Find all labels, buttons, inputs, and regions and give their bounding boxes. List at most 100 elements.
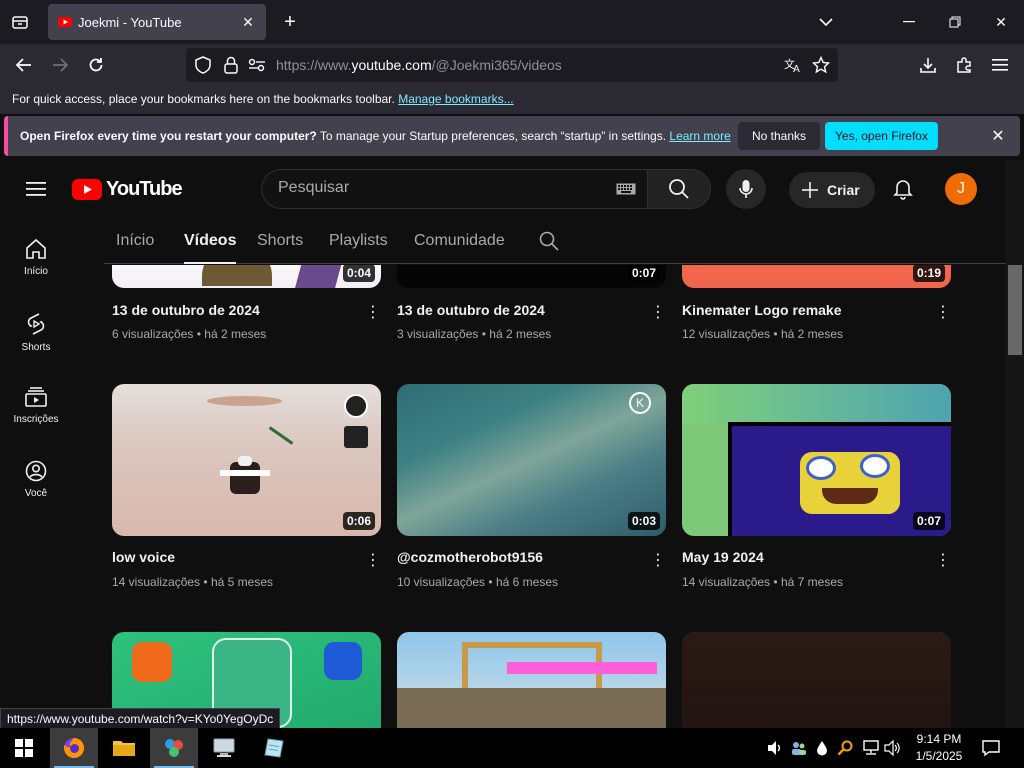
more-options-icon[interactable]: ⋮ (650, 301, 666, 323)
network-tray-icon[interactable] (862, 739, 880, 757)
url-prefix: https://www. (276, 57, 352, 73)
video-thumbnail[interactable]: 0:19 (682, 265, 951, 288)
video-title[interactable]: @cozmotherobot9156 (397, 549, 543, 565)
tab-inicio[interactable]: Início (116, 232, 154, 250)
avatar[interactable]: J (945, 173, 977, 205)
meta-separator: • (488, 575, 493, 589)
tab-shorts[interactable]: Shorts (257, 232, 303, 250)
startup-notification: Open Firefox every time you restart your… (4, 116, 1020, 156)
video-thumbnail[interactable]: 0:04 (112, 265, 381, 288)
taskbar: 9:14 PM 1/5/2025 (0, 728, 1024, 768)
people-tray-icon[interactable] (790, 739, 808, 757)
video-title[interactable]: Kinemater Logo remake (682, 302, 842, 318)
close-window-icon[interactable]: ✕ (989, 10, 1013, 34)
bookmarks-hint: For quick access, place your bookmarks h… (12, 92, 395, 106)
start-button[interactable] (0, 728, 48, 768)
notification-center-icon[interactable] (980, 738, 1002, 758)
no-thanks-button[interactable]: No thanks (738, 122, 820, 150)
video-title[interactable]: 13 de outubro de 2024 (397, 302, 545, 318)
scrollbar-thumb[interactable] (1008, 265, 1022, 355)
more-options-icon[interactable]: ⋮ (365, 301, 381, 323)
extensions-icon[interactable] (952, 53, 976, 77)
video-views: 6 visualizações (112, 327, 194, 341)
search-input[interactable] (278, 179, 598, 197)
video-title[interactable]: 13 de outubro de 2024 (112, 302, 260, 318)
youtube-page: YouTube Criar J Início Sho (0, 160, 1024, 728)
restore-icon[interactable] (943, 10, 967, 34)
video-thumbnail[interactable]: 0:07 (682, 384, 951, 536)
notification-message: Open Firefox every time you restart your… (20, 129, 731, 143)
youtube-logo[interactable]: YouTube (72, 178, 183, 200)
more-options-icon[interactable]: ⋮ (650, 549, 666, 571)
plus-icon (801, 181, 819, 199)
tab-youtube[interactable]: Joekmi - YouTube ✕ (48, 4, 266, 40)
bell-icon[interactable] (891, 177, 915, 201)
video-thumbnail[interactable]: K 0:03 (397, 384, 666, 536)
taskbar-file-explorer[interactable] (100, 728, 148, 768)
tab-playlists[interactable]: Playlists (329, 232, 388, 250)
video-thumbnail[interactable] (682, 632, 951, 728)
yes-open-firefox-button[interactable]: Yes, open Firefox (825, 122, 938, 150)
tab-list-icon[interactable] (8, 10, 32, 34)
windows-logo-icon (15, 739, 33, 757)
taskbar-app-computer[interactable] (200, 728, 248, 768)
video-thumbnail[interactable]: 0:07 (397, 265, 666, 288)
home-icon (25, 238, 47, 260)
video-title[interactable]: low voice (112, 549, 175, 565)
back-arrow-icon[interactable] (12, 53, 36, 77)
address-bar[interactable]: https://www.youtube.com/@Joekmi365/video… (186, 48, 838, 82)
system-clock[interactable]: 9:14 PM 1/5/2025 (910, 731, 968, 765)
video-meta: 14 visualizações • há 7 meses (682, 575, 843, 589)
video-views: 14 visualizações (112, 575, 201, 589)
bookmark-star-icon[interactable] (812, 56, 830, 74)
guide-menu-icon[interactable] (24, 177, 48, 201)
droplet-tray-icon[interactable] (813, 739, 831, 757)
search-icon[interactable] (647, 169, 711, 209)
more-options-icon[interactable]: ⋮ (935, 549, 951, 571)
video-age: há 7 meses (780, 575, 843, 589)
volume-tray-icon[interactable] (884, 739, 902, 757)
create-button[interactable]: Criar (789, 172, 875, 208)
shield-icon[interactable] (194, 56, 212, 74)
notification-bold: Open Firefox every time you restart your… (20, 129, 317, 143)
new-tab-plus-icon[interactable]: + (278, 10, 302, 34)
video-meta: 3 visualizações • há 2 meses (397, 327, 551, 341)
keyboard-icon[interactable] (616, 182, 638, 196)
menu-hamburger-icon[interactable] (988, 53, 1012, 77)
learn-more-link[interactable]: Learn more (669, 129, 730, 143)
channel-search-icon[interactable] (538, 230, 560, 252)
taskbar-app-notes[interactable] (250, 728, 298, 768)
video-title[interactable]: May 19 2024 (682, 549, 764, 565)
downloads-icon[interactable] (916, 53, 940, 77)
tab-comunidade[interactable]: Comunidade (414, 232, 505, 250)
reload-icon[interactable] (84, 53, 108, 77)
permissions-icon[interactable] (248, 56, 266, 74)
tab-videos[interactable]: Vídeos (184, 232, 237, 264)
video-views: 14 visualizações (682, 575, 771, 589)
video-thumbnail[interactable] (397, 632, 666, 728)
search-key-tray-icon[interactable] (836, 739, 854, 757)
video-meta: 6 visualizações • há 2 meses (112, 327, 266, 341)
close-notification-icon[interactable]: ✕ (988, 126, 1008, 146)
taskbar-firefox[interactable] (50, 728, 98, 768)
speaker-tray-icon[interactable] (766, 739, 784, 757)
svg-text:A: A (793, 64, 800, 73)
close-tab-icon[interactable]: ✕ (238, 12, 258, 32)
url-text[interactable]: https://www.youtube.com/@Joekmi365/video… (276, 57, 562, 73)
more-options-icon[interactable]: ⋮ (365, 549, 381, 571)
forward-arrow-icon[interactable] (48, 53, 72, 77)
taskbar-app-colorful[interactable] (150, 728, 198, 768)
minimize-icon[interactable] (897, 10, 921, 34)
lock-icon[interactable] (222, 56, 240, 74)
microphone-icon[interactable] (726, 169, 766, 209)
video-thumbnail[interactable]: 0:06 (112, 384, 381, 536)
more-options-icon[interactable]: ⋮ (935, 301, 951, 323)
video-age: há 2 meses (204, 327, 267, 341)
translate-icon[interactable]: 文A (784, 56, 802, 74)
notepad-icon (263, 737, 285, 759)
url-domain: youtube.com (351, 57, 432, 73)
video-meta: 12 visualizações • há 2 meses (682, 327, 843, 341)
chevron-down-icon[interactable] (814, 10, 838, 34)
manage-bookmarks-link[interactable]: Manage bookmarks... (398, 92, 513, 106)
page-scrollbar[interactable] (1006, 160, 1024, 728)
